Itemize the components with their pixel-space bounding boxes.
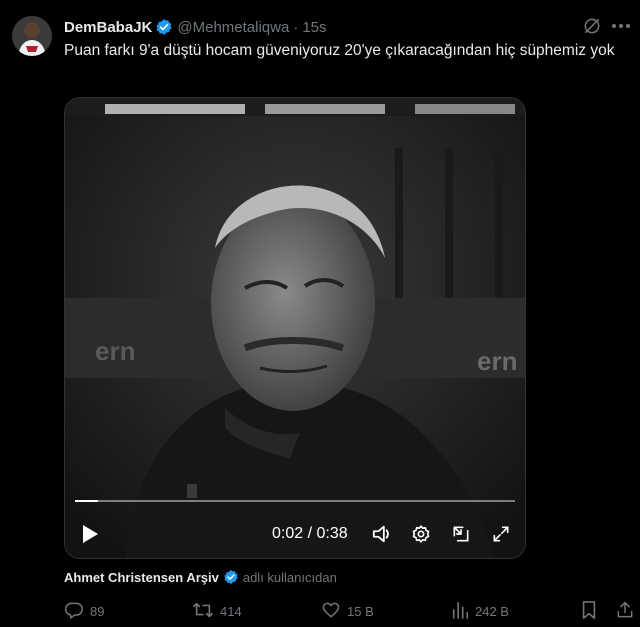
video-attribution: Ahmet Christensen Arşiv adlı kullanıcıda… xyxy=(64,569,337,585)
settings-icon[interactable] xyxy=(409,522,433,546)
attribution-suffix: adlı kullanıcıdan xyxy=(242,569,337,585)
bookmark-icon xyxy=(580,600,598,623)
grok-icon[interactable] xyxy=(582,16,602,36)
retweet-count: 414 xyxy=(220,603,242,619)
reply-icon xyxy=(64,600,84,623)
svg-text:ern: ern xyxy=(477,346,517,376)
like-icon xyxy=(321,600,341,623)
retweet-button[interactable]: 414 xyxy=(192,599,242,623)
avatar-image xyxy=(12,16,52,56)
verified-badge-icon xyxy=(155,18,173,36)
verified-badge-icon xyxy=(223,569,239,585)
like-count: 15 B xyxy=(347,603,374,619)
display-name[interactable]: DemBabaJK xyxy=(64,19,152,36)
volume-icon[interactable] xyxy=(370,522,394,546)
video-controls: 0:02 / 0:38 xyxy=(65,516,525,552)
pip-icon[interactable] xyxy=(449,522,473,546)
handle[interactable]: @Mehmetaliqwa xyxy=(177,19,289,36)
more-icon[interactable] xyxy=(610,16,632,36)
video-frame: ern ern xyxy=(65,98,525,558)
views-icon xyxy=(451,600,469,623)
timestamp[interactable]: 15s xyxy=(302,19,326,36)
action-bar: 89 414 15 B 242 B xyxy=(64,599,640,623)
video-timecode: 0:02 / 0:38 xyxy=(272,525,348,542)
tweet-text: Puan farkı 9'a düştü hocam güveniyoruz 2… xyxy=(64,42,615,59)
fullscreen-icon[interactable] xyxy=(489,522,513,546)
share-button[interactable] xyxy=(615,599,635,623)
separator-dot: · xyxy=(293,18,299,36)
reply-count: 89 xyxy=(90,603,105,619)
avatar[interactable] xyxy=(12,16,52,56)
views-count: 242 B xyxy=(475,603,509,619)
bookmark-button[interactable] xyxy=(580,599,598,623)
share-icon xyxy=(615,600,635,623)
video-progress-bar[interactable] xyxy=(75,500,515,502)
like-button[interactable]: 15 B xyxy=(321,599,374,623)
attribution-name[interactable]: Ahmet Christensen Arşiv xyxy=(64,570,219,585)
retweet-icon xyxy=(192,600,214,623)
svg-text:ern: ern xyxy=(95,336,135,366)
views-button[interactable]: 242 B xyxy=(451,599,509,623)
video-progress-fill xyxy=(75,500,99,502)
play-icon[interactable] xyxy=(79,522,101,546)
video-player[interactable]: ern ern 0:02 / 0:38 xyxy=(64,97,526,559)
tweet-header: DemBabaJK @Mehmetaliqwa · 15s xyxy=(64,17,624,37)
reply-button[interactable]: 89 xyxy=(64,599,104,623)
